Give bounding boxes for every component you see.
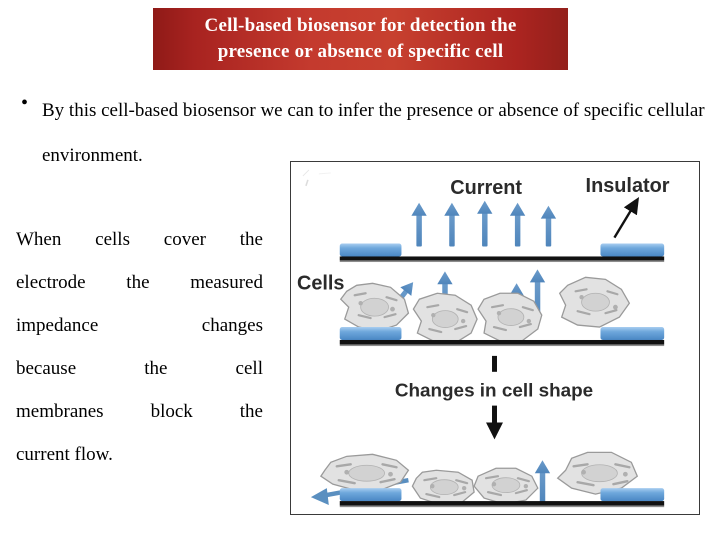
left-column-word: the (144, 358, 168, 379)
slide-title-banner: Cell-based biosensor for detection the p… (153, 8, 568, 70)
current-arrow-icon (540, 205, 557, 247)
flattened-arrow-group (534, 460, 551, 503)
transition-stem-top (492, 355, 497, 372)
panel-transition: Changes in cell shape (395, 355, 593, 440)
label-current: Current (450, 177, 522, 199)
substrate-shadow (339, 505, 665, 508)
left-column-word: membranes (16, 401, 104, 422)
left-column-line: membranes block the (16, 390, 263, 433)
electrode-pad-right (600, 243, 665, 257)
left-column-word: the (126, 272, 150, 293)
panel-cells-on-electrode: Cells (297, 269, 665, 347)
electrode-pad-right (600, 488, 665, 502)
left-column-word: because (16, 358, 77, 379)
left-column-word: When (16, 229, 62, 250)
slide-title-line-1: Cell-based biosensor for detection the (204, 15, 517, 36)
left-column-word: cell (235, 358, 263, 379)
cell-shape (339, 282, 410, 332)
electrode-pad-left (339, 488, 402, 502)
cell-shape (473, 467, 539, 505)
current-arrow-icon (444, 202, 460, 247)
left-column-line: electrode the measured (16, 261, 263, 304)
left-column-word: impedance (16, 315, 99, 336)
substrate-shadow (339, 344, 665, 347)
electrode-pad-right (600, 327, 665, 340)
insulator-pointer-arrow-icon (613, 197, 640, 239)
label-insulator: Insulator (586, 175, 670, 197)
current-blocked-up-arrow-icon (534, 460, 551, 503)
substrate-line (339, 256, 665, 261)
left-text-column: When cells cover the electrode the measured imp… (16, 218, 263, 476)
left-column-line: impedance changes (16, 304, 263, 347)
left-column-line: current flow. (16, 433, 263, 476)
current-arrow-icon (509, 202, 526, 247)
panel-flattened-cells (310, 451, 665, 508)
left-column-word: block (150, 401, 193, 422)
bullet-marker-icon: • (21, 92, 29, 114)
cell-shape (411, 469, 475, 505)
left-column-word: cover (163, 229, 206, 250)
current-arrow-icon (477, 200, 493, 247)
left-column-line: When cells cover the (16, 218, 263, 261)
current-arrow-icon (411, 202, 427, 247)
substrate-line (339, 339, 665, 345)
down-arrow-icon (486, 405, 503, 440)
left-column-word: measured (190, 272, 263, 293)
electrode-pad-left (339, 243, 402, 257)
left-column-line: because the cell (16, 347, 263, 390)
slide-title-line-2: presence or absence of specific cell (217, 41, 504, 62)
label-changes-in-cell-shape: Changes in cell shape (395, 381, 593, 402)
left-column-word: the (239, 401, 263, 422)
current-arrow-group (411, 200, 557, 247)
panel-bare-electrode: Current Insulator (339, 175, 670, 263)
biosensor-diagram-svg: Current Insulator Cells Changes in cell … (297, 169, 670, 508)
electrode-pad-left (339, 327, 402, 340)
cell-shape (477, 292, 543, 342)
scan-artifact-icon (302, 169, 331, 187)
biosensor-diagram-figure: Current Insulator Cells Changes in cell … (290, 161, 700, 515)
left-column-word: current flow. (16, 444, 113, 465)
substrate-line (339, 501, 665, 506)
cell-shape (558, 276, 631, 328)
label-cells: Cells (297, 272, 345, 294)
left-column-word: changes (201, 315, 263, 336)
cell-shape (412, 292, 478, 344)
substrate-shadow (339, 260, 665, 263)
cell-shape (556, 451, 639, 495)
cell-shape (319, 453, 410, 491)
left-column-word: electrode (16, 272, 86, 293)
left-column-word: cells (95, 229, 130, 250)
left-column-word: the (239, 229, 263, 250)
